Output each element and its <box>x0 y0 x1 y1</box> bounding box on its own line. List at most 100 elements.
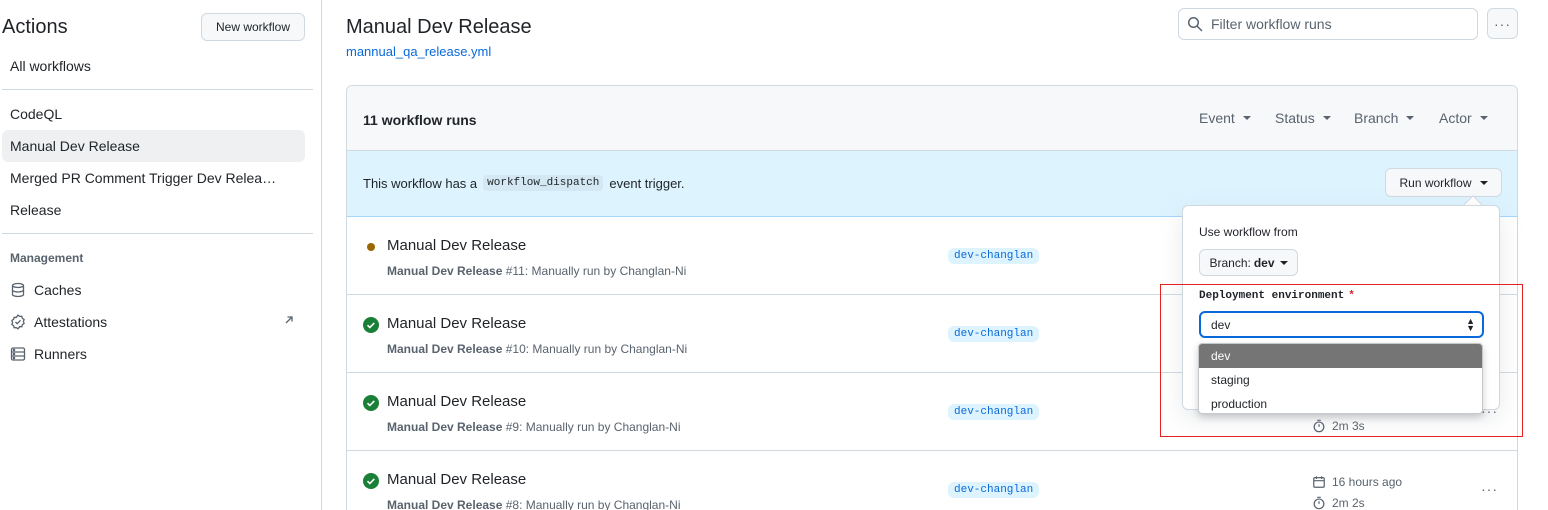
run-meta-name: Manual Dev Release <box>387 342 503 356</box>
check-circle-icon <box>363 395 379 411</box>
run-meta-name: Manual Dev Release <box>387 264 503 278</box>
caret-down-icon <box>1279 260 1288 265</box>
sidebar-item-caches[interactable]: Caches <box>2 274 305 306</box>
run-meta-rest: #10: Manually run by Changlan-Ni <box>502 342 688 356</box>
sidebar-item-manual-dev-release[interactable]: Manual Dev Release <box>2 130 305 162</box>
server-icon <box>10 346 26 362</box>
env-option-dev[interactable]: dev <box>1199 344 1482 368</box>
required-marker: * <box>1348 290 1355 302</box>
run-meta: Manual Dev Release #10: Manually run by … <box>387 342 687 356</box>
run-meta: Manual Dev Release #11: Manually run by … <box>387 264 686 278</box>
deployment-environment-label: Deployment environment * <box>1199 290 1355 302</box>
branch-chip[interactable]: dev-changlan <box>948 404 1040 420</box>
branch-chip[interactable]: dev-changlan <box>948 248 1040 264</box>
sidebar-item-merged-pr-comment[interactable]: Merged PR Comment Trigger Dev Relea… <box>2 162 305 194</box>
sidebar-item-label: CodeQL <box>10 106 63 122</box>
sidebar-item-label: Runners <box>34 346 87 362</box>
caret-down-icon <box>1479 116 1488 120</box>
workflow-file-link[interactable]: mannual_qa_release.yml <box>346 44 491 59</box>
filter-label: Status <box>1275 110 1315 126</box>
verified-icon <box>10 314 26 330</box>
run-title[interactable]: Manual Dev Release <box>387 237 526 254</box>
run-title[interactable]: Manual Dev Release <box>387 393 526 410</box>
check-circle-icon <box>363 473 379 489</box>
sidebar-title: Actions <box>2 16 68 38</box>
run-title[interactable]: Manual Dev Release <box>387 315 526 332</box>
dispatch-code: workflow_dispatch <box>483 175 604 191</box>
actor-filter-dropdown[interactable]: Actor <box>1439 110 1488 126</box>
branch-chip[interactable]: dev-changlan <box>948 482 1040 498</box>
run-meta-rest: #8: Manually run by Changlan-Ni <box>502 498 681 510</box>
run-duration: 2m 2s <box>1312 496 1365 510</box>
caret-down-icon <box>1479 180 1488 185</box>
in-progress-dot-icon <box>367 243 375 251</box>
branch-value: dev <box>1253 255 1275 270</box>
runs-header: 11 workflow runs Event Status Branch Act… <box>347 86 1517 151</box>
filter-runs-input[interactable] <box>1211 16 1471 32</box>
run-meta: Manual Dev Release #9: Manually run by C… <box>387 420 681 434</box>
status-filter-dropdown[interactable]: Status <box>1275 110 1331 126</box>
sidebar-item-all-workflows[interactable]: All workflows <box>2 50 305 82</box>
branch-filter-dropdown[interactable]: Branch <box>1354 110 1415 126</box>
run-title[interactable]: Manual Dev Release <box>387 471 526 488</box>
env-option-staging[interactable]: staging <box>1199 368 1482 392</box>
event-filter-dropdown[interactable]: Event <box>1199 110 1251 126</box>
sidebar-item-attestations[interactable]: Attestations <box>2 306 305 338</box>
run-meta-name: Manual Dev Release <box>387 420 503 434</box>
more-options-button[interactable]: ··· <box>1487 8 1518 39</box>
run-meta-rest: #9: Manually run by Changlan-Ni <box>502 420 681 434</box>
env-select-value: dev <box>1211 317 1231 332</box>
caret-down-icon <box>1322 116 1331 120</box>
run-date-text: 16 hours ago <box>1332 475 1403 489</box>
new-workflow-button[interactable]: New workflow <box>201 13 305 41</box>
sidebar-divider <box>2 233 313 234</box>
filter-label: Event <box>1199 110 1235 126</box>
run-meta-name: Manual Dev Release <box>387 498 503 510</box>
dispatch-prefix: This workflow has a <box>363 175 478 191</box>
caret-down-icon <box>1406 116 1415 120</box>
deployment-environment-select[interactable]: dev ▲ ▼ <box>1199 311 1484 338</box>
sidebar-item-runners[interactable]: Runners <box>2 338 305 370</box>
sidebar-item-label: Caches <box>34 282 82 298</box>
filter-label: Branch <box>1354 110 1399 126</box>
run-duration: 2m 3s <box>1312 419 1365 433</box>
management-heading: Management <box>10 251 84 265</box>
select-arrows-icon: ▲ ▼ <box>1466 316 1475 333</box>
page-title: Manual Dev Release <box>346 16 532 38</box>
run-row[interactable]: Manual Dev Release Manual Dev Release #8… <box>347 451 1517 510</box>
sidebar-item-label: Merged PR Comment Trigger Dev Relea… <box>10 170 277 186</box>
sidebar-item-codeql[interactable]: CodeQL <box>2 98 305 130</box>
external-link-icon <box>285 316 293 324</box>
check-circle-icon <box>363 317 379 333</box>
sidebar-item-label: Attestations <box>34 314 108 330</box>
runs-count: 11 workflow runs <box>363 112 477 128</box>
run-more-button[interactable]: ··· <box>1481 481 1498 497</box>
branch-chip[interactable]: dev-changlan <box>948 326 1040 342</box>
database-icon <box>10 282 26 298</box>
run-meta-rest: #11: Manually run by Changlan-Ni <box>502 264 687 278</box>
run-date: 16 hours ago <box>1312 475 1402 489</box>
sidebar-item-label: Manual Dev Release <box>10 138 140 154</box>
use-workflow-from-label: Use workflow from <box>1199 225 1298 239</box>
stopwatch-icon <box>1313 496 1325 510</box>
run-workflow-label: Run workflow <box>1399 175 1472 190</box>
env-option-production[interactable]: production <box>1199 392 1482 413</box>
deploy-label-text: Deployment environment <box>1199 290 1345 302</box>
run-workflow-button[interactable]: Run workflow <box>1385 168 1502 197</box>
sidebar: Actions New workflow All workflows CodeQ… <box>0 0 322 510</box>
branch-select-button[interactable]: Branch: dev <box>1199 249 1298 276</box>
run-duration-text: 2m 3s <box>1332 419 1365 433</box>
branch-prefix: Branch: <box>1209 255 1251 270</box>
sidebar-item-release[interactable]: Release <box>2 194 305 226</box>
caret-down-icon <box>1242 116 1251 120</box>
calendar-icon <box>1313 476 1325 488</box>
sidebar-divider <box>2 89 313 90</box>
filter-runs-field[interactable] <box>1178 8 1478 40</box>
stopwatch-icon <box>1313 419 1325 433</box>
search-icon <box>1187 16 1203 32</box>
dispatch-text: This workflow has a workflow_dispatch ev… <box>363 175 685 191</box>
run-meta: Manual Dev Release #8: Manually run by C… <box>387 498 681 510</box>
sidebar-item-label: All workflows <box>10 58 91 74</box>
environment-options-list: dev staging production <box>1198 343 1483 414</box>
filter-label: Actor <box>1439 110 1472 126</box>
